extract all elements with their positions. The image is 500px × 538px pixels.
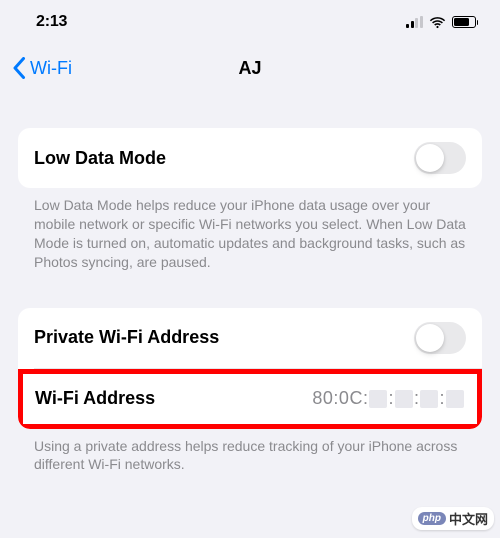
page-title: AJ bbox=[238, 58, 261, 79]
private-address-footer: Using a private address helps reduce tra… bbox=[0, 429, 500, 475]
wifi-address-label: Wi-Fi Address bbox=[35, 388, 155, 409]
wifi-address-value: 80:0C: : : : bbox=[312, 388, 465, 409]
cellular-signal-icon bbox=[406, 16, 423, 28]
low-data-mode-toggle[interactable] bbox=[414, 142, 466, 174]
wifi-address-highlight: Wi-Fi Address 80:0C: : : : bbox=[18, 369, 482, 429]
back-label: Wi-Fi bbox=[30, 58, 72, 79]
low-data-mode-row: Low Data Mode bbox=[18, 128, 482, 188]
status-bar: 2:13 bbox=[0, 0, 500, 44]
redacted-octet bbox=[420, 390, 438, 408]
redacted-octet bbox=[369, 390, 387, 408]
toggle-knob bbox=[416, 144, 444, 172]
status-time: 2:13 bbox=[36, 13, 67, 31]
redacted-octet bbox=[395, 390, 413, 408]
content-area: Low Data Mode Low Data Mode helps reduce… bbox=[0, 92, 500, 474]
status-icons bbox=[406, 16, 478, 29]
low-data-mode-label: Low Data Mode bbox=[34, 148, 166, 169]
private-wifi-address-label: Private Wi-Fi Address bbox=[34, 327, 219, 348]
watermark-text: 中文网 bbox=[449, 509, 488, 528]
wifi-address-row: Wi-Fi Address 80:0C: : : : bbox=[23, 374, 477, 424]
php-logo-icon: php bbox=[418, 512, 446, 525]
low-data-section: Low Data Mode bbox=[18, 128, 482, 188]
private-wifi-address-toggle[interactable] bbox=[414, 322, 466, 354]
low-data-footer: Low Data Mode helps reduce your iPhone d… bbox=[0, 188, 500, 272]
wifi-icon bbox=[429, 16, 446, 29]
back-button[interactable]: Wi-Fi bbox=[12, 57, 72, 79]
redacted-octet bbox=[446, 390, 464, 408]
watermark: php 中文网 bbox=[412, 507, 494, 530]
navigation-bar: Wi-Fi AJ bbox=[0, 44, 500, 92]
private-wifi-address-row: Private Wi-Fi Address bbox=[18, 308, 482, 368]
toggle-knob bbox=[416, 324, 444, 352]
address-section: Private Wi-Fi Address Wi-Fi Address 80:0… bbox=[18, 308, 482, 429]
battery-icon bbox=[452, 16, 479, 28]
chevron-left-icon bbox=[12, 57, 26, 79]
